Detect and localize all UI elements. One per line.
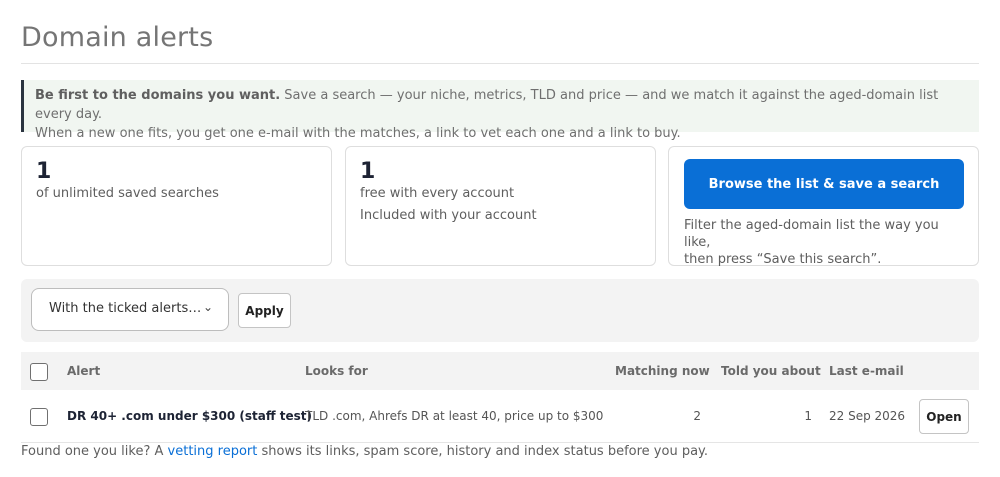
footer-text-before: Found one you like? A xyxy=(21,444,168,459)
free-alerts-count: 1 xyxy=(360,159,376,184)
matching-now-count: 2 xyxy=(693,409,701,423)
bulk-action-select[interactable]: With the ticked alerts… ⌄ xyxy=(31,288,229,331)
intro-lead: Be first to the domains you want. xyxy=(35,88,281,103)
footer-note: Found one you like? A vetting report sho… xyxy=(21,444,708,459)
told-you-about-count: 1 xyxy=(804,409,812,423)
alerts-table-header: Alert Looks for Matching now Told you ab… xyxy=(21,352,979,390)
select-all-checkbox[interactable] xyxy=(30,363,48,381)
apply-button[interactable]: Apply xyxy=(238,293,291,328)
free-alerts-label: free with every account xyxy=(360,186,515,201)
page-title: Domain alerts xyxy=(21,22,214,53)
intro-line-1: Be first to the domains you want. Save a… xyxy=(35,86,969,124)
chevron-down-icon: ⌄ xyxy=(202,300,213,314)
title-divider xyxy=(21,63,979,64)
browse-description-line-2: then press “Save this search”. xyxy=(684,252,882,267)
open-alert-button[interactable]: Open xyxy=(919,399,969,434)
footer-text-after: shows its links, spam score, history and… xyxy=(257,444,709,459)
free-alerts-note: Included with your account xyxy=(360,208,537,223)
header-matching-now: Matching now xyxy=(615,364,710,378)
header-told-you-about: Told you about xyxy=(721,364,821,378)
saved-searches-label: of unlimited saved searches xyxy=(36,186,219,201)
saved-searches-count: 1 xyxy=(36,159,52,184)
last-email-date: 22 Sep 2026 xyxy=(829,409,906,423)
alert-criteria: TLD .com, Ahrefs DR at least 40, price u… xyxy=(305,409,604,423)
row-checkbox[interactable] xyxy=(30,408,48,426)
free-alerts-card: 1 free with every account Included with … xyxy=(345,146,656,266)
bulk-action-selected: With the ticked alerts… xyxy=(49,301,202,316)
domain-alerts-page: Domain alerts Be first to the domains yo… xyxy=(0,0,1000,477)
browse-description: Filter the aged-domain list the way you … xyxy=(684,217,969,268)
intro-callout: Be first to the domains you want. Save a… xyxy=(21,80,979,141)
header-alert: Alert xyxy=(67,364,101,378)
table-row: DR 40+ .com under $300 (staff test) TLD … xyxy=(21,391,979,443)
browse-description-line-1: Filter the aged-domain list the way you … xyxy=(684,218,939,250)
saved-searches-card: 1 of unlimited saved searches xyxy=(21,146,332,266)
vetting-report-link[interactable]: vetting report xyxy=(168,444,258,459)
header-looks-for: Looks for xyxy=(305,364,368,378)
intro-line-2: When a new one fits, you get one e-mail … xyxy=(35,126,681,141)
browse-and-save-button[interactable]: Browse the list & save a search xyxy=(684,159,964,209)
bulk-actions-bar: With the ticked alerts… ⌄ Apply xyxy=(21,279,979,342)
alert-name: DR 40+ .com under $300 (staff test) xyxy=(67,409,312,423)
header-last-email: Last e-mail xyxy=(829,364,904,378)
browse-card: Browse the list & save a search Filter t… xyxy=(668,146,979,268)
